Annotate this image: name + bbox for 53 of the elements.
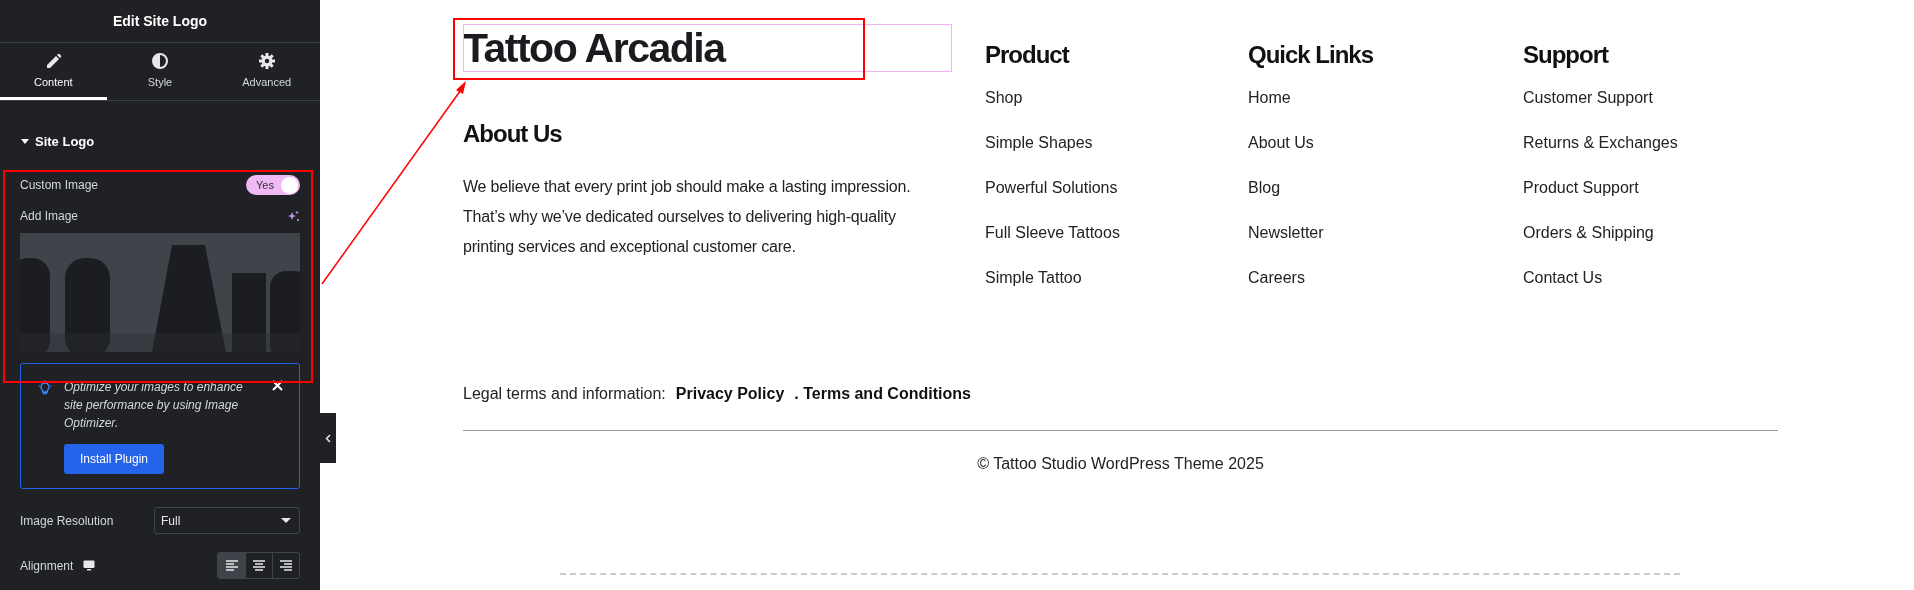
align-center-icon xyxy=(252,559,266,572)
footer-link[interactable]: Powerful Solutions xyxy=(985,178,1118,223)
resolution-select[interactable]: Full xyxy=(154,507,300,534)
about-text: We believe that every print job should make a lasting impression. That’s why we’ve dedicated ourselves to delivering high-quality printing services and exceptional customer care. xyxy=(463,177,912,257)
section-heading: About Us xyxy=(463,120,563,149)
footer-link[interactable]: Newsletter xyxy=(1248,223,1324,268)
sparkle-icon xyxy=(288,210,300,222)
notice-text: Optimize your images to enhance site performance by using Image Optimizer. xyxy=(64,379,244,432)
lightbulb-icon xyxy=(38,380,52,396)
align-right-icon xyxy=(279,559,293,572)
site-logo[interactable]: Tattoo Arcadia xyxy=(463,24,725,72)
pencil-icon xyxy=(44,52,63,70)
caret-icon xyxy=(281,517,291,524)
footer-link[interactable]: About Us xyxy=(1248,133,1314,178)
install-button[interactable]: Install Plugin xyxy=(64,444,165,474)
footer-link[interactable]: Contact Us xyxy=(1523,268,1603,313)
footer-link[interactable]: Returns & Exchanges xyxy=(1523,133,1678,178)
footer-link[interactable]: Simple Tattoo xyxy=(985,268,1082,313)
close-icon[interactable] xyxy=(272,380,283,391)
field-label: Image Resolution xyxy=(20,513,114,528)
panel-tab[interactable]: Style xyxy=(106,43,214,100)
footer-link[interactable]: Blog xyxy=(1248,178,1281,223)
field-label: Add Image xyxy=(20,209,79,223)
footer-link[interactable]: Product Support xyxy=(1523,178,1639,223)
align-left-icon xyxy=(224,559,239,572)
field-label: Alignment xyxy=(20,558,74,573)
caret-icon xyxy=(20,136,30,146)
column-heading: Support xyxy=(1523,40,1608,70)
toggle-switch[interactable]: Yes xyxy=(246,175,300,195)
column-heading: Quick Links xyxy=(1248,40,1374,70)
legal-link[interactable]: Privacy Policy xyxy=(675,385,785,403)
settings-icon xyxy=(257,52,276,70)
column-heading: Product xyxy=(985,40,1069,70)
panel-tab[interactable]: Content xyxy=(0,43,107,100)
section-header[interactable]: Site Logo xyxy=(20,131,300,151)
collapse-tab[interactable] xyxy=(320,413,336,463)
footer-link[interactable]: Full Sleeve Tattoos xyxy=(985,223,1120,268)
footer-link[interactable]: Orders & Shipping xyxy=(1523,223,1654,268)
align-button[interactable] xyxy=(218,553,245,578)
footer-link[interactable]: Home xyxy=(1248,88,1291,133)
chevron-left-icon xyxy=(325,433,331,443)
panel-tab[interactable]: Advanced xyxy=(213,43,320,100)
footer-link[interactable]: Careers xyxy=(1248,268,1305,313)
monitor-icon xyxy=(83,560,96,571)
footer-link[interactable]: Simple Shapes xyxy=(985,133,1093,178)
panel-title: Edit Site Logo xyxy=(112,13,208,29)
contrast-icon xyxy=(151,52,169,70)
copyright-text: © Tattoo Studio WordPress Theme 2025 xyxy=(976,455,1265,473)
legal-link[interactable]: . Terms and Conditions xyxy=(794,385,971,403)
legal-label: Legal terms and information: xyxy=(463,385,666,403)
footer-link[interactable]: Shop xyxy=(985,88,1023,133)
footer-link[interactable]: Customer Support xyxy=(1523,88,1653,133)
field-label: Custom Image xyxy=(20,178,99,192)
